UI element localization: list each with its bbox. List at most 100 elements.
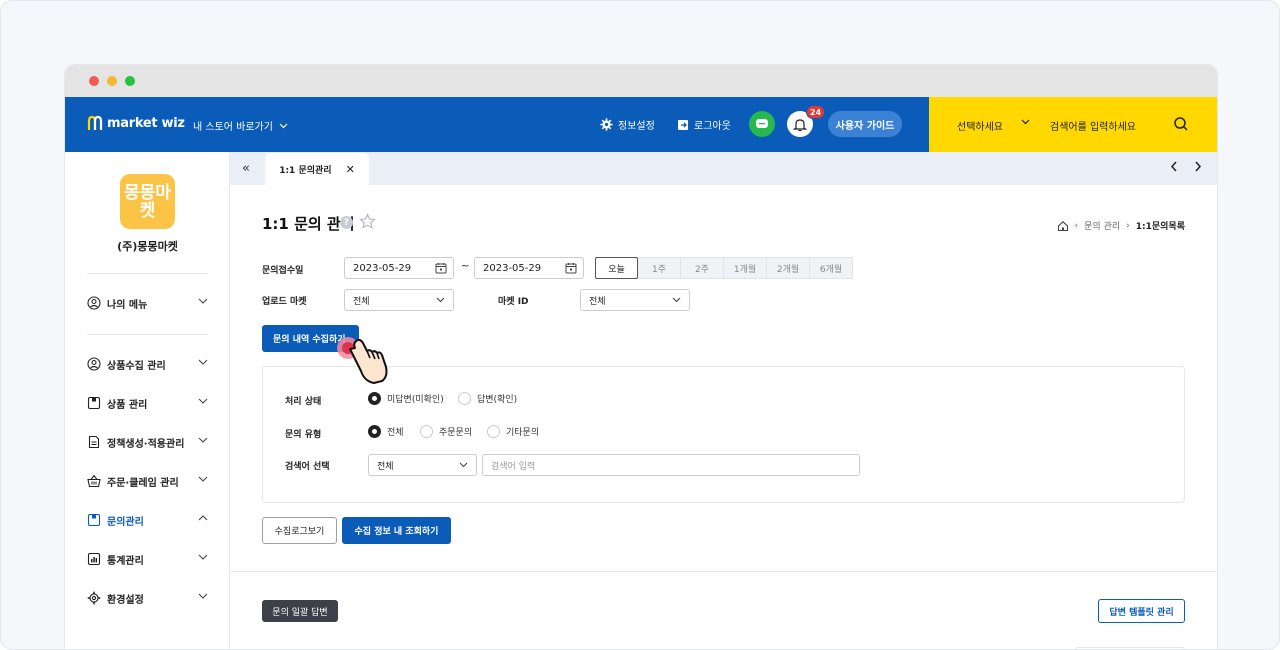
logout-link[interactable]: 로그아웃 — [677, 117, 731, 132]
browser-window: market wiz 내 스토어 바로가기 정보설정 로그아웃 24 사용자 가… — [65, 65, 1217, 649]
date-to-input[interactable]: 2023-05-29 — [474, 257, 584, 279]
maximize-window-button[interactable] — [125, 76, 135, 86]
logout-icon — [678, 119, 688, 130]
date-separator: ~ — [461, 261, 470, 272]
status-unanswered-radio[interactable]: 미답변(미확인) — [368, 392, 444, 405]
radio-checked-icon — [368, 425, 381, 438]
chevron-down-icon — [198, 398, 208, 404]
collapse-sidebar-icon[interactable]: « — [242, 161, 250, 176]
sidebar-item-inquiry[interactable]: 문의관리 — [87, 510, 208, 530]
my-store-link[interactable]: 내 스토어 바로가기 — [193, 118, 288, 133]
home-icon[interactable] — [1057, 220, 1069, 232]
range-1week-button[interactable]: 1주 — [638, 257, 681, 279]
sidebar-item-product[interactable]: 상품 관리 — [87, 393, 208, 413]
date-from-input[interactable]: 2023-05-29 — [344, 257, 454, 279]
sidebar-item-label: 문의관리 — [107, 516, 144, 528]
chevron-down-icon — [279, 123, 288, 128]
chevron-down-icon — [672, 297, 681, 303]
settings-label: 정보설정 — [618, 121, 655, 132]
sidebar-item-label: 상품 관리 — [107, 399, 148, 411]
type-order-radio[interactable]: 주문문의 — [420, 425, 472, 438]
screenshot-frame: market wiz 내 스토어 바로가기 정보설정 로그아웃 24 사용자 가… — [0, 0, 1280, 650]
bulk-answer-button[interactable]: 문의 일괄 답변 — [262, 600, 338, 622]
user-guide-button[interactable]: 사용자 가이드 — [828, 111, 902, 137]
date-to-value: 2023-05-29 — [483, 262, 542, 274]
chevron-down-icon — [198, 593, 208, 599]
date-label: 문의접수일 — [262, 266, 304, 276]
range-1month-button[interactable]: 1개월 — [724, 257, 767, 279]
radio-label: 기타문의 — [506, 428, 540, 438]
range-2month-button[interactable]: 2개월 — [767, 257, 810, 279]
breadcrumb-item[interactable]: 문의 관리 — [1084, 219, 1120, 232]
chat-button[interactable] — [749, 111, 775, 137]
market-id-select[interactable]: 전체 — [580, 289, 690, 311]
chevron-left-icon[interactable] — [1170, 161, 1178, 172]
keyword-input[interactable]: 검색어 입력 — [482, 454, 860, 476]
keyword-type-value: 전체 — [377, 461, 394, 472]
box-icon — [87, 513, 101, 527]
sidebar-item-label: 정책생성·적용관리 — [107, 438, 185, 450]
help-icon[interactable]: ? — [340, 216, 353, 229]
type-all-radio[interactable]: 전체 — [368, 425, 404, 438]
radio-checked-icon — [368, 392, 381, 405]
chevron-down-icon — [198, 298, 208, 304]
search-category-select[interactable]: 선택하세요 — [957, 118, 1003, 133]
keyword-label: 검색어 선택 — [285, 462, 330, 472]
close-icon[interactable]: ✕ — [346, 163, 355, 176]
settings-link[interactable]: 정보설정 — [600, 117, 655, 132]
basket-icon — [87, 474, 101, 488]
store-name: (주)몽몽마켓 — [117, 240, 178, 253]
sidebar-item-statistics[interactable]: 통계관리 — [87, 549, 208, 569]
box-icon — [87, 396, 101, 410]
calendar-icon[interactable] — [565, 262, 577, 274]
tab-inquiry-management[interactable]: 1:1 문의관리 ✕ — [265, 153, 369, 185]
view-collected-button[interactable]: 수집 정보 내 조회하기 — [342, 517, 451, 544]
gear-icon — [600, 118, 613, 131]
tab-label: 1:1 문의관리 — [279, 165, 332, 176]
calendar-icon[interactable] — [435, 262, 447, 274]
close-window-button[interactable] — [89, 76, 99, 86]
top-navigation-bar: market wiz 내 스토어 바로가기 정보설정 로그아웃 24 사용자 가… — [65, 97, 1217, 152]
chevron-down-icon — [1021, 119, 1030, 125]
sidebar-item-order-claim[interactable]: 주문·클레임 관리 — [87, 471, 208, 491]
range-2week-button[interactable]: 2주 — [681, 257, 724, 279]
upload-market-select[interactable]: 전체 — [344, 289, 454, 311]
type-label: 문의 유형 — [285, 430, 322, 440]
sidebar-item-my-menu[interactable]: 나의 메뉴 — [87, 293, 208, 313]
type-other-radio[interactable]: 기타문의 — [487, 425, 539, 438]
star-icon[interactable] — [359, 213, 376, 230]
sidebar-item-label: 상품수집 관리 — [107, 360, 166, 372]
radio-unchecked-icon — [458, 392, 471, 405]
keyword-type-select[interactable]: 전체 — [368, 454, 477, 476]
radio-label: 미답변(미확인) — [387, 395, 444, 405]
sidebar-item-label: 환경설정 — [107, 594, 144, 606]
sidebar-item-label: 주문·클레임 관리 — [107, 477, 179, 489]
app-logo[interactable]: market wiz — [87, 115, 185, 131]
window-titlebar — [65, 65, 1217, 97]
notification-count-badge: 24 — [806, 105, 826, 119]
radio-unchecked-icon — [487, 425, 500, 438]
range-6month-button[interactable]: 6개월 — [810, 257, 853, 279]
chevron-down-icon — [198, 554, 208, 560]
pointer-hand-icon — [337, 337, 388, 384]
minimize-window-button[interactable] — [107, 76, 117, 86]
upload-market-value: 전체 — [353, 296, 370, 307]
radio-label: 주문문의 — [439, 428, 473, 438]
chevron-right-icon[interactable] — [1194, 161, 1202, 172]
sidebar-item-product-collect[interactable]: 상품수집 관리 — [87, 354, 208, 374]
sidebar-item-policy[interactable]: 정책생성·적용관리 — [87, 432, 208, 452]
sidebar-item-environment[interactable]: 환경설정 — [87, 588, 208, 608]
sidebar-divider — [87, 273, 208, 274]
status-answered-radio[interactable]: 답변(확인) — [458, 392, 517, 405]
answer-template-button[interactable]: 답변 템플릿 관리 — [1098, 599, 1185, 623]
collect-log-button[interactable]: 수집로그보기 — [262, 517, 337, 544]
search-icon[interactable] — [1173, 116, 1189, 132]
main-content: 1:1 문의 관리 ? › 문의 관리 › 1:1문의목록 문의접수일 2023… — [230, 185, 1217, 649]
store-logo: 몽몽마켓 — [120, 174, 175, 229]
logout-label: 로그아웃 — [694, 121, 731, 132]
chevron-right-icon: › — [1126, 220, 1130, 231]
bell-icon — [793, 118, 807, 131]
content-divider — [230, 571, 1217, 572]
search-input[interactable]: 검색어를 입력하세요 — [1050, 118, 1136, 133]
range-today-button[interactable]: 오늘 — [595, 257, 638, 279]
